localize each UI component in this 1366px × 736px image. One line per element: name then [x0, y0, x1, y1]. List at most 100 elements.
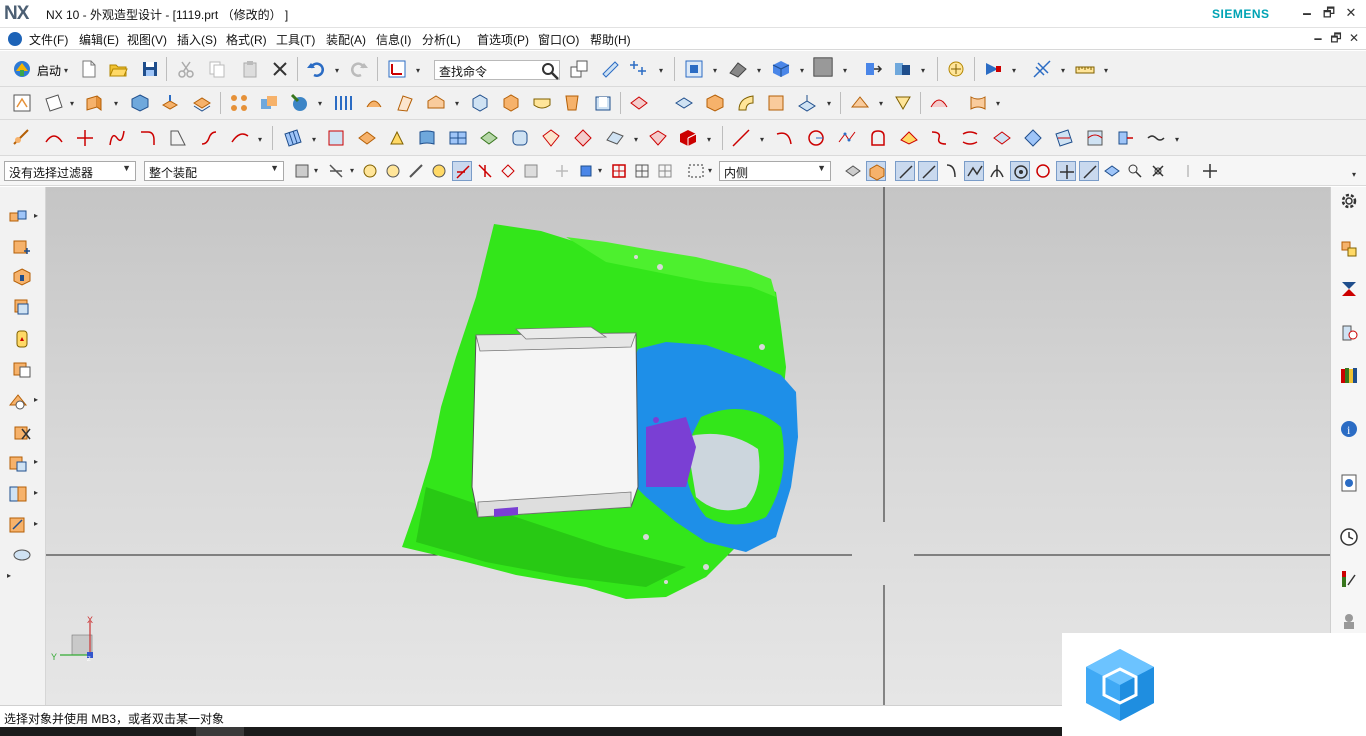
- select-wire-icon[interactable]: [475, 161, 495, 181]
- sketch-icon[interactable]: [12, 93, 32, 113]
- menu-help[interactable]: 帮助(H): [590, 31, 631, 48]
- role-icon[interactable]: [1339, 611, 1359, 631]
- crosshair-icon[interactable]: [1200, 161, 1220, 181]
- snap-face-point-icon[interactable]: [1102, 161, 1122, 181]
- mirror-curve-icon[interactable]: [960, 128, 980, 148]
- assembly-icon[interactable]: [1339, 239, 1359, 259]
- type-filter-select[interactable]: 没有选择过滤器 ▼: [4, 161, 136, 181]
- paste-icon[interactable]: [240, 59, 260, 79]
- clock-icon[interactable]: [1339, 527, 1359, 547]
- menu-file[interactable]: 文件(F): [29, 31, 68, 48]
- patch-icon[interactable]: [705, 93, 725, 113]
- measure-distance-icon[interactable]: [1075, 59, 1095, 79]
- menu-information[interactable]: 信息(I): [376, 31, 411, 48]
- constraints-icon[interactable]: [1339, 279, 1359, 299]
- styled-blend-icon[interactable]: [893, 93, 913, 113]
- library-icon[interactable]: [1339, 365, 1359, 385]
- shaded-cube-icon[interactable]: [771, 59, 791, 79]
- select-solid-icon[interactable]: [843, 161, 863, 181]
- isoparametric-icon[interactable]: [1023, 128, 1043, 148]
- minimize-button[interactable]: 🗕: [1298, 4, 1316, 22]
- visualization-icon[interactable]: [946, 59, 966, 79]
- fit-view-icon[interactable]: [684, 59, 704, 79]
- menu-preferences[interactable]: 首选项(P): [477, 31, 529, 48]
- select-body-icon[interactable]: [360, 161, 380, 181]
- fillet-curve-icon[interactable]: [230, 128, 250, 148]
- datum-plane-icon[interactable]: [44, 93, 64, 113]
- close-button[interactable]: ✕: [1342, 4, 1360, 22]
- menu-window[interactable]: 窗口(O): [538, 31, 579, 48]
- point-icon[interactable]: [630, 59, 650, 79]
- section-curve-icon[interactable]: [1054, 128, 1074, 148]
- selection-mode-select[interactable]: 内侧 ▼: [719, 161, 831, 181]
- ruled-patch-icon[interactable]: [417, 128, 437, 148]
- doc-close-button[interactable]: ✕: [1346, 30, 1362, 46]
- constraint-navigator-icon[interactable]: [12, 237, 32, 257]
- n-sided-surface-icon[interactable]: [426, 93, 446, 113]
- through-curves-icon[interactable]: [333, 93, 353, 113]
- select-face-icon[interactable]: [383, 161, 403, 181]
- open-file-icon[interactable]: [108, 59, 128, 79]
- block-icon[interactable]: [130, 93, 150, 113]
- show-hide-icon[interactable]: [983, 59, 1003, 79]
- select-csys-icon[interactable]: [521, 161, 541, 181]
- surface-on-curve-icon[interactable]: [1085, 128, 1105, 148]
- search-icon[interactable]: [540, 61, 559, 80]
- snap-quadrant-icon[interactable]: [1033, 161, 1053, 181]
- general-object-icon[interactable]: [326, 161, 346, 181]
- section-view-icon[interactable]: [1032, 59, 1052, 79]
- move-to-layer-icon[interactable]: [892, 59, 912, 79]
- offset-face-icon[interactable]: [160, 93, 180, 113]
- restore-button[interactable]: 🗗: [1320, 4, 1338, 22]
- trace-curve-icon[interactable]: [1115, 128, 1135, 148]
- studio-surface-icon[interactable]: [850, 93, 870, 113]
- snap-grid-icon[interactable]: [655, 161, 675, 181]
- assembly-navigator-icon[interactable]: [8, 207, 28, 227]
- roles-icon[interactable]: [8, 515, 28, 535]
- snap-polyline-icon[interactable]: [964, 161, 984, 181]
- four-point-surface-icon[interactable]: [510, 128, 530, 148]
- info-icon[interactable]: i: [1339, 419, 1359, 439]
- x-form-icon[interactable]: [968, 93, 988, 113]
- snap-existing-point-icon[interactable]: [1079, 161, 1099, 181]
- offset-curve-icon[interactable]: [168, 128, 188, 148]
- history-icon[interactable]: [8, 391, 28, 411]
- menu-format[interactable]: 格式(R): [226, 31, 267, 48]
- fit-surface-icon[interactable]: [448, 128, 468, 148]
- select-component-icon[interactable]: [429, 161, 449, 181]
- snap-endpoint-icon[interactable]: [609, 161, 629, 181]
- boundary-surface-icon[interactable]: [541, 128, 561, 148]
- manufacturing-wizards-icon[interactable]: [8, 484, 28, 504]
- polygon-icon[interactable]: [868, 128, 888, 148]
- snap-view-icon[interactable]: [600, 59, 620, 79]
- deviation-check-icon[interactable]: [678, 128, 698, 148]
- snap-tangent-icon[interactable]: [987, 161, 1007, 181]
- select-sheet-icon[interactable]: [866, 161, 886, 181]
- start-icon[interactable]: [12, 59, 32, 79]
- doc-minimize-button[interactable]: 🗕: [1310, 30, 1326, 46]
- snap-pole-icon[interactable]: [1148, 161, 1168, 181]
- snap-point-icon[interactable]: [576, 161, 596, 181]
- menu-assemblies[interactable]: 装配(A): [326, 31, 366, 48]
- isoparametric-curve-icon[interactable]: [357, 128, 377, 148]
- reuse-library-icon[interactable]: [12, 297, 32, 317]
- cut-icon[interactable]: [176, 59, 196, 79]
- project-curve-icon[interactable]: [899, 128, 919, 148]
- layer-settings-icon[interactable]: [863, 59, 883, 79]
- snap-intersection-icon[interactable]: [1056, 161, 1076, 181]
- transition-icon[interactable]: [573, 128, 593, 148]
- start-label[interactable]: 启动: [37, 62, 61, 79]
- undo-icon[interactable]: [306, 59, 326, 79]
- selection-scope-select[interactable]: 整个装配 ▼: [144, 161, 284, 181]
- snap-center-icon[interactable]: [1010, 161, 1030, 181]
- hd3d-tools-icon[interactable]: [12, 329, 32, 349]
- chamfer-icon[interactable]: [501, 93, 521, 113]
- studio-spline-icon[interactable]: [107, 128, 127, 148]
- graphics-window[interactable]: X Y Z: [46, 187, 1330, 705]
- menu-tools[interactable]: 工具(T): [276, 31, 315, 48]
- analysis-icon[interactable]: [1339, 569, 1359, 589]
- snap-line-icon[interactable]: [918, 161, 938, 181]
- offset-surface-icon[interactable]: [797, 93, 817, 113]
- select-sketch-icon[interactable]: [498, 161, 518, 181]
- global-shaping-icon[interactable]: [605, 128, 625, 148]
